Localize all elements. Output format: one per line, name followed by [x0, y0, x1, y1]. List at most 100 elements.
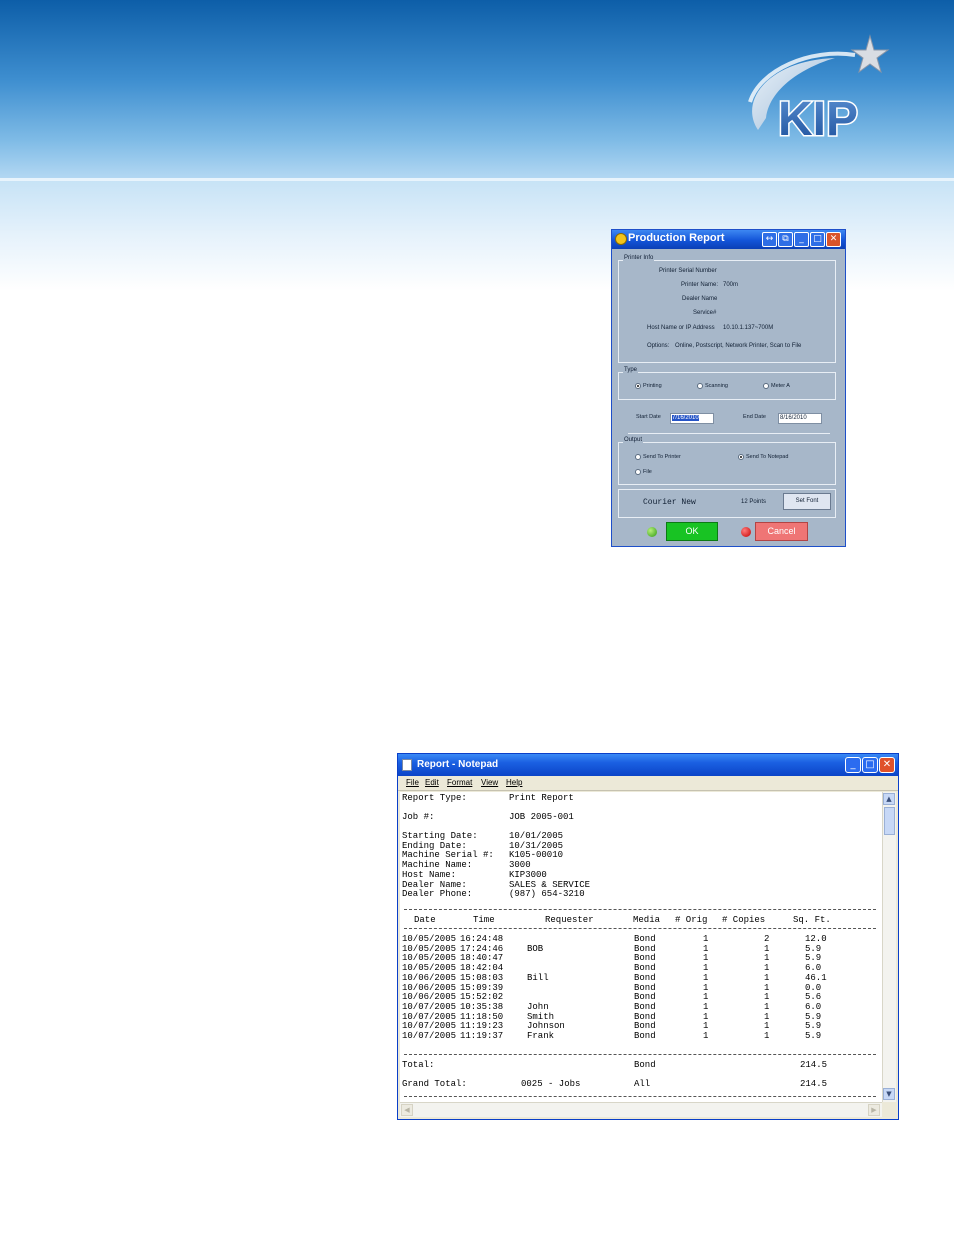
grand-total-jobs: 0025 - Jobs	[521, 1079, 581, 1089]
printer-name-label: Printer Name:	[681, 282, 719, 288]
total-value: 214.5	[800, 1060, 828, 1070]
meter-a-label: Meter A	[771, 383, 790, 389]
notepad-window: Report - Notepad _ □ ✕ File Edit Format …	[397, 753, 899, 1120]
cell-requester: Bill	[527, 972, 549, 983]
cancel-button[interactable]: Cancel	[755, 522, 808, 541]
close-icon[interactable]: ✕	[879, 757, 895, 773]
file-radio[interactable]	[635, 469, 641, 475]
send-to-printer-radio[interactable]	[635, 454, 641, 460]
close-icon[interactable]: ✕	[826, 232, 841, 247]
meter-a-radio[interactable]	[763, 383, 769, 389]
service-label: Service#	[693, 310, 717, 316]
end-date-input[interactable]: 8/16/2010	[778, 413, 822, 424]
printer-name-value: 700m	[723, 282, 739, 288]
column-header: Sq. Ft.	[793, 915, 831, 925]
column-header: Media	[633, 915, 661, 925]
scanning-radio[interactable]	[697, 383, 703, 389]
set-font-button[interactable]: Set Font	[783, 493, 831, 510]
bottom-rule	[404, 1096, 876, 1097]
star-icon	[850, 34, 890, 74]
total-label: Total:	[402, 1060, 435, 1070]
total-media: Bond	[634, 1060, 656, 1070]
column-header: Time	[473, 915, 495, 925]
restore-alt-icon[interactable]: ⧉	[778, 232, 793, 247]
dialog-title: Production Report	[628, 232, 725, 244]
date-divider	[628, 433, 830, 434]
start-date-label: Start Date	[636, 414, 661, 420]
vertical-scrollbar[interactable]: ▲ ▼	[882, 792, 896, 1102]
menu-file[interactable]: File	[406, 778, 419, 787]
notepad-icon	[402, 759, 412, 771]
font-name: Courier New	[643, 498, 696, 507]
ok-button[interactable]: OK	[666, 522, 718, 541]
app-icon	[615, 233, 627, 245]
red-status-icon	[741, 527, 751, 537]
header-rule-top	[404, 909, 876, 910]
maximize-icon[interactable]: □	[862, 757, 878, 773]
start-date-input[interactable]: 7/16/2010	[670, 413, 714, 424]
type-label: Type	[623, 367, 639, 373]
maximize-icon[interactable]: □	[810, 232, 825, 247]
minimize-icon[interactable]: _	[845, 757, 861, 773]
host-label: Host Name or IP Address	[647, 325, 715, 331]
menu-format[interactable]: Format	[447, 778, 472, 787]
meta-value: (987) 654-3210	[509, 889, 585, 900]
kip-logo: KIP	[740, 30, 890, 160]
printing-radio[interactable]	[635, 383, 641, 389]
scroll-right-icon[interactable]: ▶	[868, 1104, 880, 1116]
printer-info-label: Printer Info	[623, 255, 655, 261]
scroll-left-icon[interactable]: ◀	[401, 1104, 413, 1116]
type-group: Type Printing Scanning Meter A	[618, 367, 836, 400]
logo-letters: KIP	[778, 93, 858, 146]
notepad-text-area[interactable]: Report Type: Print Report Job #: JOB 200…	[400, 792, 882, 1102]
send-to-notepad-label: Send To Notepad	[746, 454, 789, 460]
job-value: JOB 2005-001	[509, 812, 574, 822]
menu-bar: File Edit Format View Help	[398, 776, 898, 791]
scroll-down-icon[interactable]: ▼	[883, 1088, 895, 1100]
scanning-label: Scanning	[705, 383, 728, 389]
cell-sqft: 5.9	[805, 1031, 822, 1041]
output-group: Output Send To Printer Send To Notepad F…	[618, 437, 836, 485]
cell-media: Bond	[634, 1031, 656, 1041]
printing-label: Printing	[643, 383, 662, 389]
options-label: Options:	[647, 343, 670, 349]
job-label: Job #:	[402, 812, 435, 822]
cell-date: 10/07/2005	[402, 1031, 457, 1041]
options-value: Online, Postscript, Network Printer, Sca…	[675, 343, 802, 349]
meta-label: Dealer Phone:	[402, 889, 473, 900]
notepad-titlebar[interactable]: Report - Notepad _ □ ✕	[398, 754, 898, 776]
cell-copies: 1	[764, 1031, 770, 1041]
horizontal-scrollbar[interactable]: ◀ ▶	[400, 1102, 882, 1117]
scroll-up-icon[interactable]: ▲	[883, 793, 895, 805]
send-to-printer-label: Send To Printer	[643, 454, 681, 460]
font-size: 12 Points	[741, 499, 767, 505]
start-date-value: 7/16/2010	[672, 415, 699, 421]
report-type-label: Report Type:	[402, 793, 467, 803]
output-label: Output	[623, 437, 644, 443]
header-rule-bottom	[404, 928, 876, 929]
grand-total-value: 214.5	[800, 1079, 828, 1089]
totals-rule	[404, 1054, 876, 1055]
cell-requester: BOB	[527, 943, 544, 954]
menu-view[interactable]: View	[481, 778, 498, 787]
arrows-icon[interactable]: ↔	[762, 232, 777, 247]
page: KIP Production Report ↔ ⧉ _ □ ✕ Printer …	[0, 0, 954, 1235]
grand-total-label: Grand Total:	[402, 1079, 467, 1089]
menu-help[interactable]: Help	[506, 778, 522, 787]
end-date-label: End Date	[743, 414, 766, 420]
serial-label: Printer Serial Number	[659, 268, 717, 274]
report-type-value: Print Report	[509, 793, 574, 803]
printer-info-group: Printer Info Printer Serial Number Print…	[618, 255, 836, 363]
cell-time: 11:19:37	[460, 1031, 504, 1041]
minimize-icon[interactable]: _	[794, 232, 809, 247]
send-to-notepad-radio[interactable]	[738, 454, 744, 460]
grand-total-media: All	[634, 1079, 651, 1089]
scroll-thumb[interactable]	[884, 807, 895, 835]
end-date-value: 8/16/2010	[780, 415, 807, 421]
green-status-icon	[647, 527, 657, 537]
dialog-titlebar[interactable]: Production Report ↔ ⧉ _ □ ✕	[612, 230, 845, 249]
file-label: File	[643, 469, 652, 475]
dealer-name-label: Dealer Name	[682, 296, 718, 302]
menu-edit[interactable]: Edit	[425, 778, 439, 787]
column-header: Date	[414, 915, 436, 925]
